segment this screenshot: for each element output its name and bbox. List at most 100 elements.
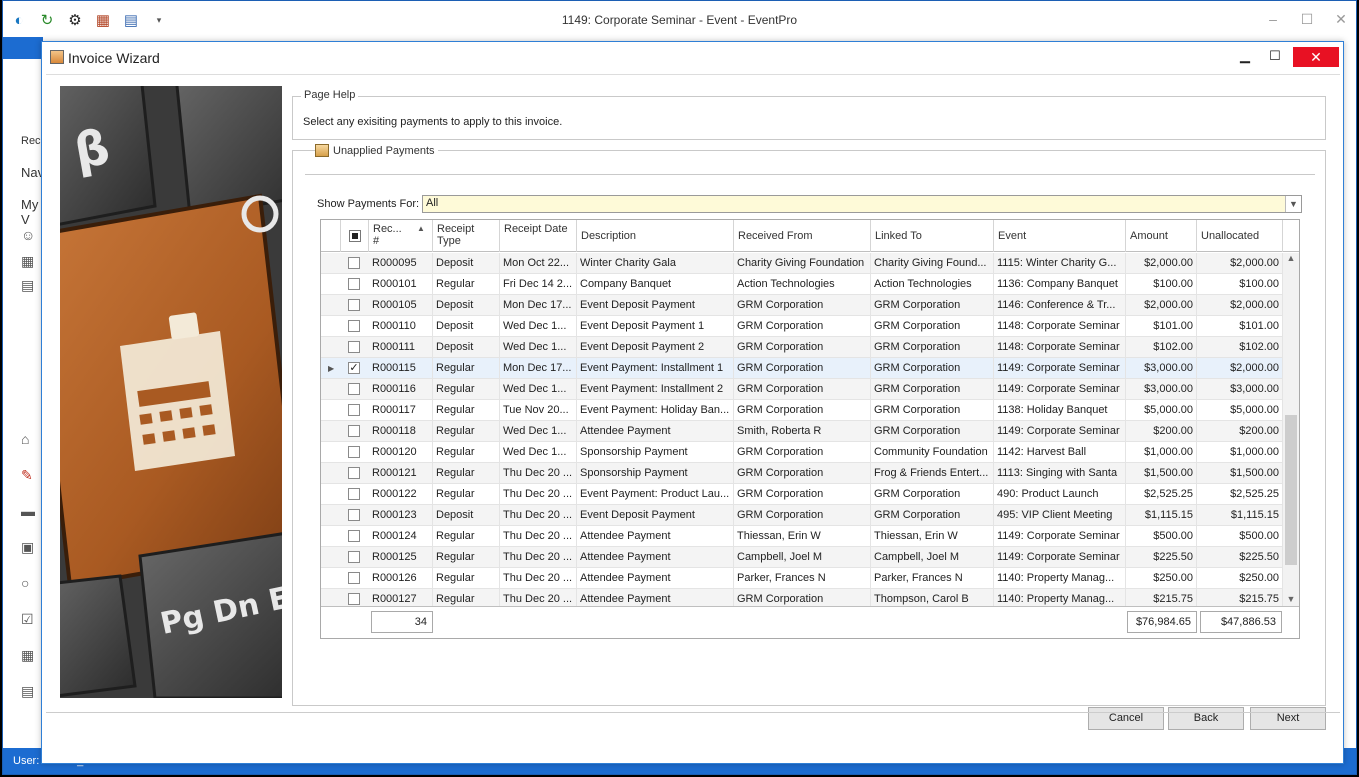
row-checkbox[interactable] xyxy=(348,530,360,542)
next-button[interactable]: Next xyxy=(1250,707,1326,730)
grid-vertical-scrollbar[interactable]: ▲ ▼ xyxy=(1283,253,1299,606)
scroll-up-icon[interactable]: ▲ xyxy=(1283,253,1299,265)
row-checkbox[interactable] xyxy=(348,320,360,332)
header-receipt-no[interactable]: Rec... # ▲ xyxy=(369,220,433,252)
cell-receipt-no: R000127 xyxy=(369,589,433,606)
user-icon[interactable]: ☺ xyxy=(21,227,35,243)
unapplied-payments-group: Unapplied Payments Show Payments For: Al… xyxy=(292,144,1326,706)
table-row[interactable]: R000101 Regular Fri Dec 14 2... Company Ban… xyxy=(321,274,1283,295)
notes-icon[interactable]: ▤ xyxy=(21,683,34,700)
cell-event: 1140: Property Manag... xyxy=(994,589,1126,606)
table-row[interactable]: R000123 Deposit Thu Dec 20 ... Event Deposi… xyxy=(321,505,1283,526)
minimize-button[interactable]: – xyxy=(1266,11,1280,28)
wizard-minimize-button[interactable]: ▁ xyxy=(1233,48,1257,66)
row-checkbox[interactable] xyxy=(348,509,360,521)
contact-icon[interactable]: ▣ xyxy=(21,539,34,556)
cell-amount: $250.00 xyxy=(1126,568,1197,589)
header-description[interactable]: Description xyxy=(577,220,734,252)
cell-linked-to: Action Technologies xyxy=(871,274,994,295)
table-row[interactable]: R000111 Deposit Wed Dec 1... Event Deposit … xyxy=(321,337,1283,358)
wizard-side-image: β Pg Dn E xyxy=(60,86,282,698)
cell-unallocated: $100.00 xyxy=(1197,274,1283,295)
row-checkbox[interactable] xyxy=(348,383,360,395)
wizard-title: Invoice Wizard xyxy=(68,50,160,66)
chat-icon[interactable]: ○ xyxy=(21,575,29,591)
cell-unallocated: $101.00 xyxy=(1197,316,1283,337)
wizard-close-button[interactable]: ✕ xyxy=(1293,47,1339,67)
row-checkbox[interactable] xyxy=(348,446,360,458)
chevron-down-icon[interactable]: ▼ xyxy=(1285,196,1301,212)
cell-amount: $215.75 xyxy=(1126,589,1197,606)
header-receipt-type[interactable]: Receipt Type xyxy=(433,220,500,252)
table-row[interactable]: R000118 Regular Wed Dec 1... Attendee Payme… xyxy=(321,421,1283,442)
table-row[interactable]: R000105 Deposit Mon Dec 17... Event Deposit… xyxy=(321,295,1283,316)
cell-event: 1148: Corporate Seminar xyxy=(994,337,1126,358)
pin-icon[interactable]: ✎ xyxy=(21,467,33,484)
row-checkbox[interactable] xyxy=(348,467,360,479)
cell-receipt-date: Thu Dec 20 ... xyxy=(500,484,577,505)
header-unallocated[interactable]: Unallocated xyxy=(1197,220,1283,252)
row-checkbox[interactable] xyxy=(348,572,360,584)
header-linked-to[interactable]: Linked To xyxy=(871,220,994,252)
row-checkbox[interactable]: ✓ xyxy=(348,362,360,374)
table-row[interactable]: R000110 Deposit Wed Dec 1... Event Deposit … xyxy=(321,316,1283,337)
table-row[interactable]: R000120 Regular Wed Dec 1... Sponsorship Pa… xyxy=(321,442,1283,463)
scrollbar-thumb[interactable] xyxy=(1285,415,1297,565)
card-icon[interactable]: ▬ xyxy=(21,503,35,519)
row-checkbox[interactable] xyxy=(348,425,360,437)
row-checkbox[interactable] xyxy=(348,341,360,353)
header-receipt-date[interactable]: Receipt Date xyxy=(500,220,577,252)
back-button[interactable]: Back xyxy=(1168,707,1244,730)
cell-linked-to: GRM Corporation xyxy=(871,400,994,421)
table-row[interactable]: R000122 Regular Thu Dec 20 ... Event Paymen… xyxy=(321,484,1283,505)
cell-received-from: Parker, Frances N xyxy=(734,568,871,589)
scroll-down-icon[interactable]: ▼ xyxy=(1283,594,1299,606)
cell-receipt-no: R000120 xyxy=(369,442,433,463)
table-row[interactable]: R000127 Regular Thu Dec 20 ... Attendee Pay… xyxy=(321,589,1283,606)
select-all-checkbox[interactable] xyxy=(348,230,361,242)
table-row[interactable]: ▶ ✓ R000115 Regular Mon Dec 17... Event Payme… xyxy=(321,358,1283,379)
cell-unallocated: $200.00 xyxy=(1197,421,1283,442)
row-checkbox[interactable] xyxy=(348,593,360,605)
cell-description: Attendee Payment xyxy=(577,547,734,568)
document-icon[interactable]: ▤ xyxy=(21,277,34,294)
table-row[interactable]: R000121 Regular Thu Dec 20 ... Sponsorship … xyxy=(321,463,1283,484)
table-row[interactable]: R000117 Regular Tue Nov 20... Event Payment… xyxy=(321,400,1283,421)
table-row[interactable]: R000125 Regular Thu Dec 20 ... Attendee Pay… xyxy=(321,547,1283,568)
row-checkbox[interactable] xyxy=(348,299,360,311)
cell-linked-to: GRM Corporation xyxy=(871,379,994,400)
wizard-maximize-button[interactable]: ☐ xyxy=(1263,48,1287,66)
row-checkbox[interactable] xyxy=(348,278,360,290)
invoice-wizard-dialog: Invoice Wizard ▁ ☐ ✕ β Pg Dn E Page Help… xyxy=(41,41,1344,764)
select-all-header[interactable] xyxy=(341,220,369,252)
row-checkbox[interactable] xyxy=(348,551,360,563)
cell-receipt-date: Thu Dec 20 ... xyxy=(500,568,577,589)
header-received-from[interactable]: Received From xyxy=(734,220,871,252)
table-row[interactable]: R000095 Deposit Mon Oct 22... Winter Charit… xyxy=(321,253,1283,274)
cell-linked-to: GRM Corporation xyxy=(871,421,994,442)
calendar-icon[interactable]: ▦ xyxy=(21,253,34,270)
cell-amount: $500.00 xyxy=(1126,526,1197,547)
cell-linked-to: GRM Corporation xyxy=(871,316,994,337)
home-icon[interactable]: ⌂ xyxy=(21,431,29,447)
calculator-icon[interactable]: ▦ xyxy=(21,647,34,664)
cancel-button[interactable]: Cancel xyxy=(1088,707,1164,730)
cell-received-from: Action Technologies xyxy=(734,274,871,295)
header-event[interactable]: Event xyxy=(994,220,1126,252)
sort-ascending-icon: ▲ xyxy=(417,224,425,233)
table-row[interactable]: R000124 Regular Thu Dec 20 ... Attendee Pay… xyxy=(321,526,1283,547)
header-amount[interactable]: Amount xyxy=(1126,220,1197,252)
cell-linked-to: Thompson, Carol B xyxy=(871,589,994,606)
row-checkbox[interactable] xyxy=(348,488,360,500)
table-row[interactable]: R000116 Regular Wed Dec 1... Event Payment:… xyxy=(321,379,1283,400)
row-checkbox[interactable] xyxy=(348,404,360,416)
checklist-icon[interactable]: ☑ xyxy=(21,611,34,628)
show-payments-for-select[interactable]: All ▼ xyxy=(422,195,1302,213)
payments-icon xyxy=(315,144,329,157)
cell-description: Attendee Payment xyxy=(577,526,734,547)
table-row[interactable]: R000126 Regular Thu Dec 20 ... Attendee Pay… xyxy=(321,568,1283,589)
row-checkbox[interactable] xyxy=(348,257,360,269)
close-button[interactable]: ✕ xyxy=(1334,11,1348,28)
cell-event: 1149: Corporate Seminar xyxy=(994,379,1126,400)
maximize-button[interactable]: ☐ xyxy=(1300,11,1314,28)
